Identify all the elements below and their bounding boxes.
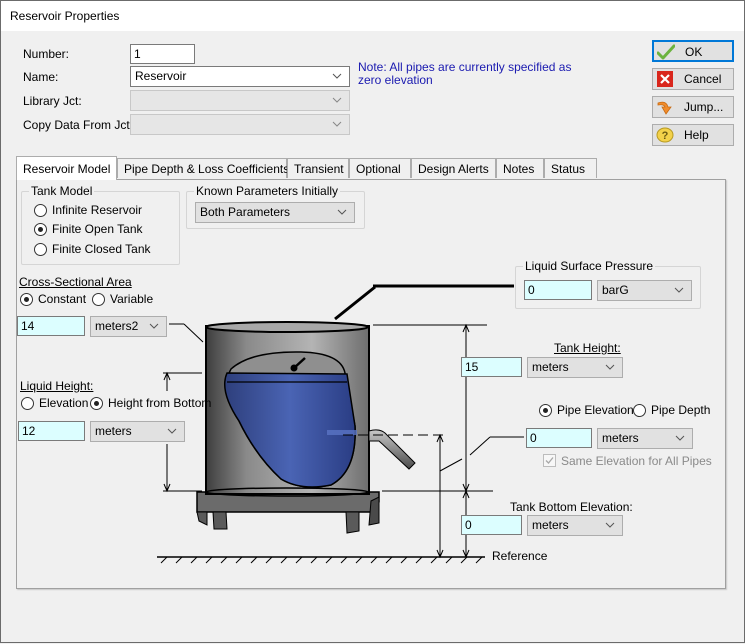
liquid-height-unit-value: meters	[95, 424, 132, 438]
stand-leg	[345, 511, 360, 534]
same-elevation-label: Same Elevation for All Pipes	[561, 454, 712, 468]
tank-height-label: Tank Height:	[554, 341, 621, 355]
radio-label: Variable	[110, 292, 154, 306]
chevron-down-icon	[167, 428, 177, 434]
pressure-input[interactable]: 0	[524, 280, 592, 300]
ground-hatching	[160, 556, 483, 564]
liquid-surface-pressure-title: Liquid Surface Pressure	[523, 259, 656, 273]
chevron-down-icon	[674, 287, 684, 293]
checkmark-icon	[545, 457, 554, 464]
radio-label: Finite Closed Tank	[52, 242, 151, 256]
tank-bottom-elevation-label: Tank Bottom Elevation:	[510, 500, 633, 514]
pipe-elevation-input[interactable]: 0	[526, 428, 592, 448]
chevron-down-icon	[337, 209, 347, 215]
reservoir-properties-dialog: Reservoir Properties Number: 1 Name: Res…	[0, 0, 745, 643]
tab-reservoir-model[interactable]: Reservoir Model	[16, 156, 117, 180]
known-parameters-title: Known Parameters Initially	[194, 184, 341, 198]
pipe-elevation-unit-combo[interactable]: meters	[597, 428, 693, 449]
tank-top-ellipse	[205, 321, 369, 333]
tank-model-title: Tank Model	[29, 184, 95, 198]
known-parameters-value: Both Parameters	[200, 205, 291, 219]
radio-label: Pipe Elevation	[557, 403, 634, 417]
stand-leg	[196, 511, 208, 526]
radio-indicator	[34, 204, 47, 217]
area-input[interactable]: 14	[17, 316, 85, 336]
tank-height-unit-value: meters	[532, 360, 569, 374]
radio-indicator	[539, 404, 552, 417]
tank-bottom-elevation-input[interactable]: 0	[461, 515, 522, 535]
radio-label: Infinite Reservoir	[52, 203, 143, 217]
area-unit-value: meters2	[95, 319, 139, 333]
radio-indicator	[21, 397, 34, 410]
stand-leg	[212, 511, 228, 530]
tank-height-input[interactable]: 15	[461, 357, 522, 377]
radio-label: Height from Bottom	[108, 396, 212, 410]
chevron-down-icon	[675, 435, 685, 441]
pressure-unit-combo[interactable]: barG	[597, 280, 692, 301]
radio-indicator	[20, 293, 33, 306]
pressure-leader-line	[334, 285, 376, 321]
reference-label: Reference	[492, 549, 548, 563]
chevron-down-icon	[605, 364, 615, 370]
known-parameters-combo[interactable]: Both Parameters	[195, 202, 355, 223]
liquid-height-input[interactable]: 12	[18, 421, 85, 441]
radio-label: Pipe Depth	[651, 403, 711, 417]
radio-indicator	[34, 243, 47, 256]
tank-bottom-elevation-unit-value: meters	[532, 518, 569, 532]
radio-label: Finite Open Tank	[52, 222, 143, 236]
tank-bottom-elevation-unit-combo[interactable]: meters	[527, 515, 623, 536]
cross-sectional-area-label: Cross-Sectional Area	[19, 275, 132, 289]
chevron-down-icon	[605, 522, 615, 528]
liquid-height-label: Liquid Height:	[20, 379, 94, 393]
pressure-unit-value: barG	[602, 283, 629, 297]
liquid-height-unit-combo[interactable]: meters	[90, 421, 185, 442]
radio-label: Elevation	[39, 396, 89, 410]
pipe-elevation-unit-value: meters	[602, 431, 639, 445]
tank-height-unit-combo[interactable]: meters	[527, 357, 623, 378]
radio-indicator	[90, 397, 103, 410]
radio-indicator	[633, 404, 646, 417]
chevron-down-icon	[149, 323, 159, 329]
area-unit-combo[interactable]: meters2	[90, 316, 167, 337]
checkbox-box	[543, 454, 556, 467]
stand-leg	[368, 496, 380, 526]
radio-label: Constant	[38, 292, 87, 306]
outlet-pipe	[368, 429, 416, 470]
radio-indicator	[34, 223, 47, 236]
radio-indicator	[92, 293, 105, 306]
